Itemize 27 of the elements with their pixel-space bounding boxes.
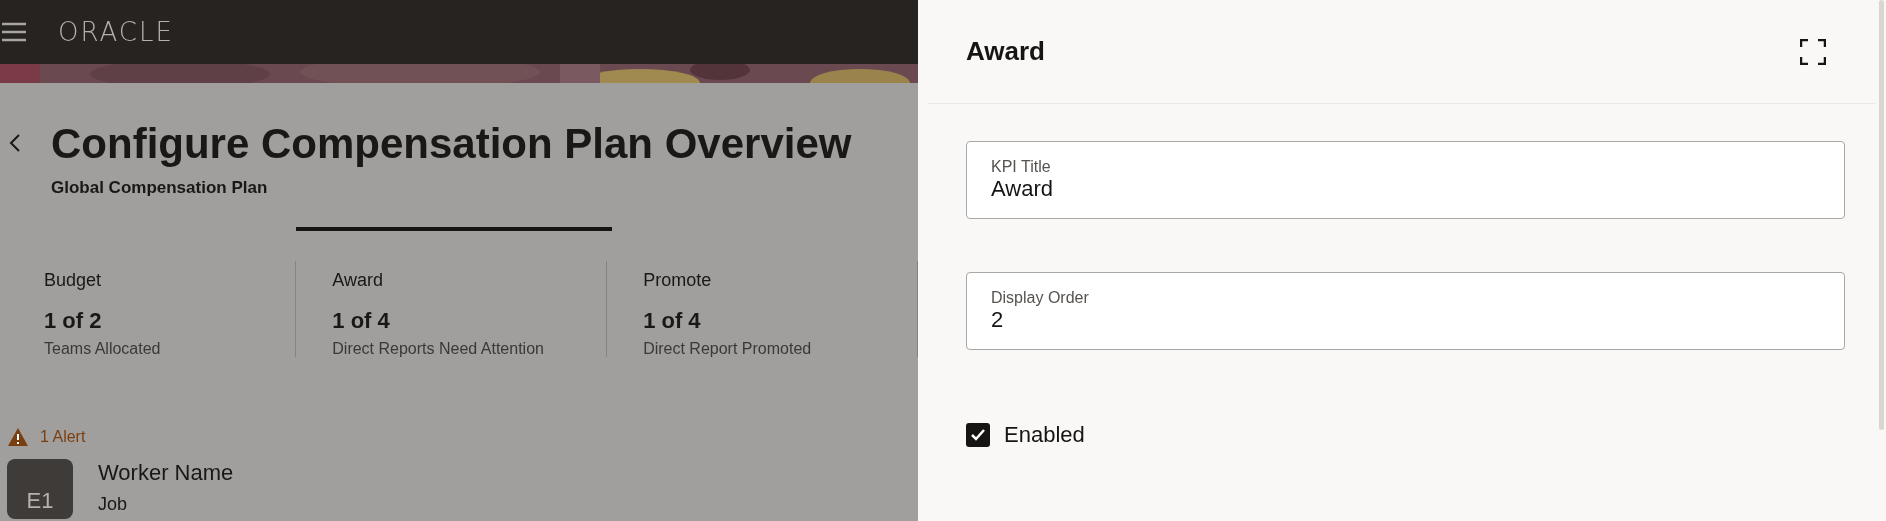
avatar-initials: E1 [26,486,54,515]
metric-label[interactable]: Award [332,266,608,294]
logo: ORACLE [58,15,174,49]
check-icon [970,427,986,442]
worker-job: Job [98,492,129,516]
checkbox-label[interactable]: Enabled [1004,418,1085,451]
metric-caption: Teams Allocated [44,338,162,359]
metric-caption: Direct Report Promoted [643,338,813,359]
alert-text: 1 Alert [40,426,86,447]
page-subtitle: Global Compensation Plan [51,177,269,199]
metric-caption: Direct Reports Need Attention [332,338,545,359]
metric-label[interactable]: Promote [643,266,918,294]
metric-value: 1 of 4 [332,306,391,335]
text-field[interactable]: Display Order 2 [966,272,1845,350]
metric-value: 1 of 2 [44,306,103,335]
metric-label[interactable]: Budget [44,266,297,294]
checkbox[interactable] [966,422,990,447]
back-icon[interactable] [9,133,21,153]
drawer-title: Award [966,35,1045,68]
worker-name: Worker Name [98,458,234,487]
page-title: Configure Compensation Plan Overview [51,121,852,167]
metric-value: 1 of 4 [643,306,702,335]
text-field[interactable]: KPI Title Award [966,141,1845,219]
expand-icon[interactable] [1800,38,1826,65]
menu-icon[interactable] [2,22,26,42]
warning-icon [8,427,28,446]
scrollbar[interactable] [1879,0,1884,430]
